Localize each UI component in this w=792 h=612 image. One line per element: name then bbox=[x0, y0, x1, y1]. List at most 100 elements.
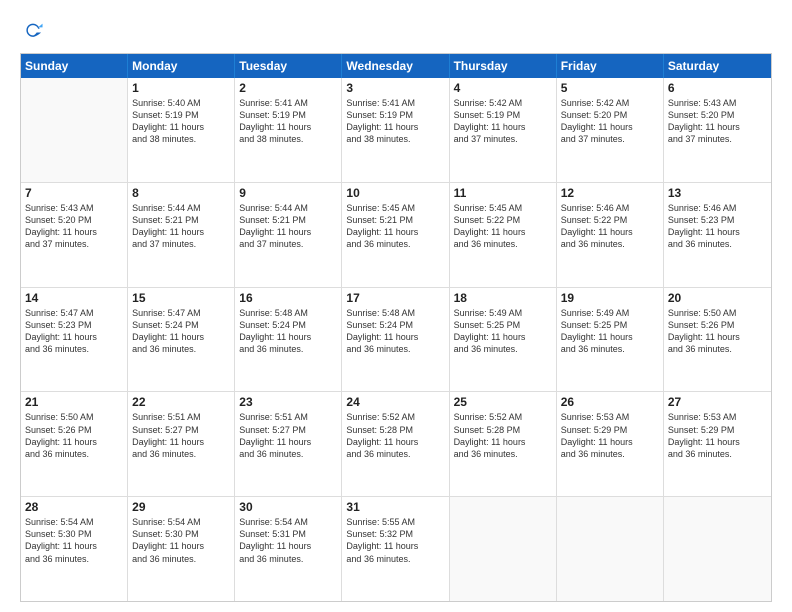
day-cell-31: 31 Sunrise: 5:55 AMSunset: 5:32 PMDayligh… bbox=[342, 497, 449, 601]
day-number: 29 bbox=[132, 500, 230, 514]
day-cell-9: 9 Sunrise: 5:44 AMSunset: 5:21 PMDaylight… bbox=[235, 183, 342, 287]
day-number: 15 bbox=[132, 291, 230, 305]
weekday-header-wednesday: Wednesday bbox=[342, 54, 449, 78]
weekday-header-monday: Monday bbox=[128, 54, 235, 78]
day-number: 17 bbox=[346, 291, 444, 305]
day-info: Sunrise: 5:51 AMSunset: 5:27 PMDaylight:… bbox=[239, 411, 337, 460]
day-cell-28: 28Sunrise: 5:54 AMSunset: 5:30 PMDayligh… bbox=[21, 497, 128, 601]
day-number: 31 bbox=[346, 500, 444, 514]
day-number: 18 bbox=[454, 291, 552, 305]
day-cell-23: 23Sunrise: 5:51 AMSunset: 5:27 PMDayligh… bbox=[235, 392, 342, 496]
day-number: 7 bbox=[25, 186, 123, 200]
day-number: 8 bbox=[132, 186, 230, 200]
header bbox=[20, 16, 772, 47]
day-cell-1: 1 Sunrise: 5:40 AMSunset: 5:19 PMDaylight… bbox=[128, 78, 235, 182]
day-info: Sunrise: 5:50 AMSunset: 5:26 PMDaylight:… bbox=[668, 307, 767, 356]
day-cell-24: 24 Sunrise: 5:52 AMSunset: 5:28 PMDayligh… bbox=[342, 392, 449, 496]
day-cell-5: 5 Sunrise: 5:42 AMSunset: 5:20 PMDaylight… bbox=[557, 78, 664, 182]
day-info: Sunrise: 5:50 AMSunset: 5:26 PMDaylight:… bbox=[25, 411, 123, 460]
weekday-header-friday: Friday bbox=[557, 54, 664, 78]
day-cell-20: 20 Sunrise: 5:50 AMSunset: 5:26 PMDayligh… bbox=[664, 288, 771, 392]
day-number: 24 bbox=[346, 395, 444, 409]
day-info: Sunrise: 5:44 AMSunset: 5:21 PMDaylight:… bbox=[132, 202, 230, 251]
calendar-row-1: 7 Sunrise: 5:43 AMSunset: 5:20 PMDaylight… bbox=[21, 183, 771, 288]
day-cell-2: 2 Sunrise: 5:41 AMSunset: 5:19 PMDaylight… bbox=[235, 78, 342, 182]
day-number: 10 bbox=[346, 186, 444, 200]
calendar-row-4: 28Sunrise: 5:54 AMSunset: 5:30 PMDayligh… bbox=[21, 497, 771, 601]
day-number: 20 bbox=[668, 291, 767, 305]
day-info: Sunrise: 5:41 AMSunset: 5:19 PMDaylight:… bbox=[346, 97, 444, 146]
calendar-row-0: 1 Sunrise: 5:40 AMSunset: 5:19 PMDaylight… bbox=[21, 78, 771, 183]
day-number: 14 bbox=[25, 291, 123, 305]
day-info: Sunrise: 5:46 AMSunset: 5:23 PMDaylight:… bbox=[668, 202, 767, 251]
day-number: 25 bbox=[454, 395, 552, 409]
day-number: 26 bbox=[561, 395, 659, 409]
day-info: Sunrise: 5:41 AMSunset: 5:19 PMDaylight:… bbox=[239, 97, 337, 146]
calendar-header: SundayMondayTuesdayWednesdayThursdayFrid… bbox=[21, 54, 771, 78]
day-number: 2 bbox=[239, 81, 337, 95]
day-info: Sunrise: 5:47 AMSunset: 5:23 PMDaylight:… bbox=[25, 307, 123, 356]
day-number: 5 bbox=[561, 81, 659, 95]
day-cell-6: 6 Sunrise: 5:43 AMSunset: 5:20 PMDaylight… bbox=[664, 78, 771, 182]
day-info: Sunrise: 5:53 AMSunset: 5:29 PMDaylight:… bbox=[668, 411, 767, 460]
day-cell-30: 30Sunrise: 5:54 AMSunset: 5:31 PMDayligh… bbox=[235, 497, 342, 601]
day-cell-14: 14 Sunrise: 5:47 AMSunset: 5:23 PMDayligh… bbox=[21, 288, 128, 392]
day-number: 6 bbox=[668, 81, 767, 95]
day-cell-11: 11 Sunrise: 5:45 AMSunset: 5:22 PMDayligh… bbox=[450, 183, 557, 287]
day-number: 21 bbox=[25, 395, 123, 409]
day-info: Sunrise: 5:49 AMSunset: 5:25 PMDaylight:… bbox=[454, 307, 552, 356]
day-info: Sunrise: 5:43 AMSunset: 5:20 PMDaylight:… bbox=[668, 97, 767, 146]
day-number: 1 bbox=[132, 81, 230, 95]
day-cell-15: 15Sunrise: 5:47 AMSunset: 5:24 PMDayligh… bbox=[128, 288, 235, 392]
calendar: SundayMondayTuesdayWednesdayThursdayFrid… bbox=[20, 53, 772, 602]
day-cell-21: 21 Sunrise: 5:50 AMSunset: 5:26 PMDayligh… bbox=[21, 392, 128, 496]
day-number: 9 bbox=[239, 186, 337, 200]
day-cell-19: 19 Sunrise: 5:49 AMSunset: 5:25 PMDayligh… bbox=[557, 288, 664, 392]
logo bbox=[20, 20, 44, 47]
day-cell-10: 10 Sunrise: 5:45 AMSunset: 5:21 PMDayligh… bbox=[342, 183, 449, 287]
day-number: 3 bbox=[346, 81, 444, 95]
calendar-body: 1 Sunrise: 5:40 AMSunset: 5:19 PMDaylight… bbox=[21, 78, 771, 601]
day-info: Sunrise: 5:48 AMSunset: 5:24 PMDaylight:… bbox=[346, 307, 444, 356]
day-cell-26: 26 Sunrise: 5:53 AMSunset: 5:29 PMDayligh… bbox=[557, 392, 664, 496]
day-info: Sunrise: 5:42 AMSunset: 5:20 PMDaylight:… bbox=[561, 97, 659, 146]
day-number: 11 bbox=[454, 186, 552, 200]
calendar-row-2: 14 Sunrise: 5:47 AMSunset: 5:23 PMDayligh… bbox=[21, 288, 771, 393]
day-cell-12: 12 Sunrise: 5:46 AMSunset: 5:22 PMDayligh… bbox=[557, 183, 664, 287]
day-info: Sunrise: 5:55 AMSunset: 5:32 PMDaylight:… bbox=[346, 516, 444, 565]
day-cell-18: 18 Sunrise: 5:49 AMSunset: 5:25 PMDayligh… bbox=[450, 288, 557, 392]
logo-icon bbox=[22, 20, 44, 42]
day-cell-27: 27 Sunrise: 5:53 AMSunset: 5:29 PMDayligh… bbox=[664, 392, 771, 496]
day-info: Sunrise: 5:48 AMSunset: 5:24 PMDaylight:… bbox=[239, 307, 337, 356]
day-number: 12 bbox=[561, 186, 659, 200]
weekday-header-thursday: Thursday bbox=[450, 54, 557, 78]
day-number: 13 bbox=[668, 186, 767, 200]
day-info: Sunrise: 5:40 AMSunset: 5:19 PMDaylight:… bbox=[132, 97, 230, 146]
day-cell-8: 8 Sunrise: 5:44 AMSunset: 5:21 PMDaylight… bbox=[128, 183, 235, 287]
day-info: Sunrise: 5:49 AMSunset: 5:25 PMDaylight:… bbox=[561, 307, 659, 356]
day-number: 27 bbox=[668, 395, 767, 409]
weekday-header-saturday: Saturday bbox=[664, 54, 771, 78]
day-cell-16: 16Sunrise: 5:48 AMSunset: 5:24 PMDayligh… bbox=[235, 288, 342, 392]
day-info: Sunrise: 5:54 AMSunset: 5:31 PMDaylight:… bbox=[239, 516, 337, 565]
day-info: Sunrise: 5:43 AMSunset: 5:20 PMDaylight:… bbox=[25, 202, 123, 251]
day-info: Sunrise: 5:52 AMSunset: 5:28 PMDaylight:… bbox=[346, 411, 444, 460]
day-info: Sunrise: 5:44 AMSunset: 5:21 PMDaylight:… bbox=[239, 202, 337, 251]
day-cell-25: 25 Sunrise: 5:52 AMSunset: 5:28 PMDayligh… bbox=[450, 392, 557, 496]
day-number: 22 bbox=[132, 395, 230, 409]
calendar-row-3: 21 Sunrise: 5:50 AMSunset: 5:26 PMDayligh… bbox=[21, 392, 771, 497]
day-info: Sunrise: 5:52 AMSunset: 5:28 PMDaylight:… bbox=[454, 411, 552, 460]
day-info: Sunrise: 5:53 AMSunset: 5:29 PMDaylight:… bbox=[561, 411, 659, 460]
day-info: Sunrise: 5:45 AMSunset: 5:21 PMDaylight:… bbox=[346, 202, 444, 251]
day-info: Sunrise: 5:45 AMSunset: 5:22 PMDaylight:… bbox=[454, 202, 552, 251]
day-number: 19 bbox=[561, 291, 659, 305]
weekday-header-tuesday: Tuesday bbox=[235, 54, 342, 78]
day-cell-17: 17 Sunrise: 5:48 AMSunset: 5:24 PMDayligh… bbox=[342, 288, 449, 392]
day-info: Sunrise: 5:51 AMSunset: 5:27 PMDaylight:… bbox=[132, 411, 230, 460]
day-cell-7: 7 Sunrise: 5:43 AMSunset: 5:20 PMDaylight… bbox=[21, 183, 128, 287]
day-info: Sunrise: 5:54 AMSunset: 5:30 PMDaylight:… bbox=[25, 516, 123, 565]
empty-cell-4-6 bbox=[664, 497, 771, 601]
page: SundayMondayTuesdayWednesdayThursdayFrid… bbox=[0, 0, 792, 612]
empty-cell-4-5 bbox=[557, 497, 664, 601]
day-info: Sunrise: 5:46 AMSunset: 5:22 PMDaylight:… bbox=[561, 202, 659, 251]
